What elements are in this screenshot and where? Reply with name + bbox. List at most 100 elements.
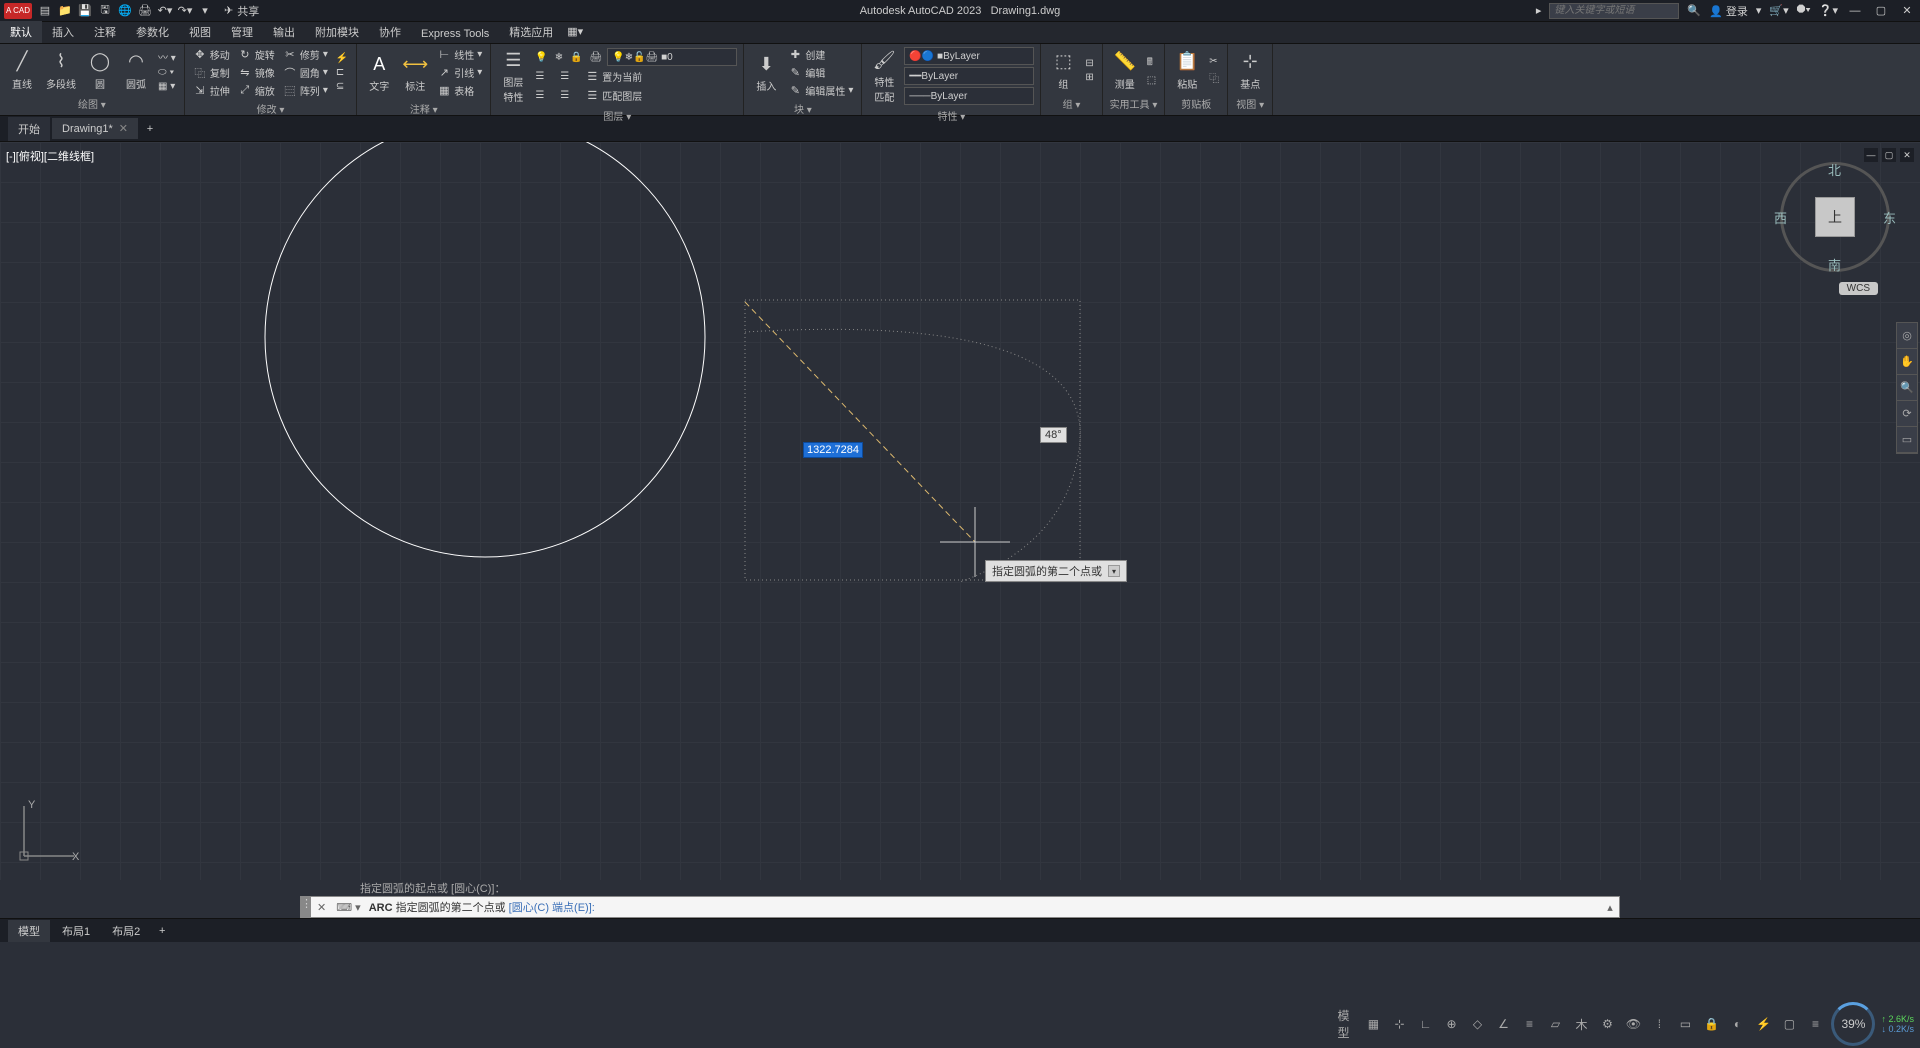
anno-scale-icon[interactable]: ⽊ xyxy=(1571,1014,1591,1034)
nav-showmotion-icon[interactable]: ▭ xyxy=(1897,427,1917,453)
web-icon[interactable]: 🌐 xyxy=(116,2,134,20)
measure-button[interactable]: 📏测量 xyxy=(1109,48,1141,93)
ellipse-icon[interactable]: ⬭ ▾ xyxy=(156,66,178,79)
polar-toggle-icon[interactable]: ⊕ xyxy=(1441,1014,1461,1034)
drawing-canvas[interactable]: [-][俯视][二维线框] — ▢ ✕ 1322.7284 48° 指定圆弧的第… xyxy=(0,142,1920,880)
quickprops-icon[interactable]: ▭ xyxy=(1675,1014,1695,1034)
dir-east[interactable]: 东 xyxy=(1883,208,1896,227)
apps-icon[interactable]: ▦▾ xyxy=(567,25,585,43)
nav-pan-icon[interactable]: ✋ xyxy=(1897,349,1917,375)
arc-button[interactable]: ◠圆弧 xyxy=(120,48,152,93)
otrack-toggle-icon[interactable]: ∠ xyxy=(1493,1014,1513,1034)
new-icon[interactable]: ▤ xyxy=(36,2,54,20)
wcs-label[interactable]: WCS xyxy=(1839,282,1878,295)
dynamic-distance-input[interactable]: 1322.7284 xyxy=(803,442,863,458)
command-line[interactable]: ⋮ ✕ ⌨ ▾ ARC 指定圆弧的第二个点或 [圆心(C) 端点(E)]: ▴ xyxy=(300,896,1620,918)
layer-freeze-icon[interactable]: ❄ xyxy=(553,48,565,66)
panel-title[interactable]: 修改 ▾ xyxy=(191,99,350,118)
nav-wheel-icon[interactable]: ◎ xyxy=(1897,323,1917,349)
layer-dropdown[interactable]: 💡❄🔓🖨 ■ 0 xyxy=(607,48,737,66)
maximize-button[interactable]: ▢ xyxy=(1872,2,1890,20)
create-block-button[interactable]: ✚创建 xyxy=(786,46,855,63)
insert-button[interactable]: ⬇插入 xyxy=(750,50,782,95)
linear-button[interactable]: ⊢线性 ▾ xyxy=(435,46,484,63)
info-icon[interactable]: ▸ xyxy=(1536,4,1542,17)
saveas-icon[interactable]: 🖫 xyxy=(96,2,114,20)
line-button[interactable]: ╱直线 xyxy=(6,48,38,93)
layer-plot-icon[interactable]: 🖨 xyxy=(588,48,605,66)
lineweight-dropdown[interactable]: ━━ ByLayer xyxy=(904,67,1034,85)
tab-addins[interactable]: 附加模块 xyxy=(305,21,369,43)
cart-icon[interactable]: 🛒▾ xyxy=(1769,4,1788,17)
panel-title[interactable]: 绘图 ▾ xyxy=(6,94,178,113)
search-icon[interactable]: 🔍 xyxy=(1687,4,1701,17)
grid-toggle-icon[interactable]: ▦ xyxy=(1363,1014,1383,1034)
save-icon[interactable]: 💾 xyxy=(76,2,94,20)
dimension-button[interactable]: ⟷标注 xyxy=(399,50,431,95)
help-icon[interactable]: ❔▾ xyxy=(1819,4,1838,17)
ortho-toggle-icon[interactable]: ∟ xyxy=(1415,1014,1435,1034)
tab-default[interactable]: 默认 xyxy=(0,21,42,43)
linetype-dropdown[interactable]: ─── ByLayer xyxy=(904,87,1034,105)
tab-manage[interactable]: 管理 xyxy=(221,21,263,43)
qat-more-icon[interactable]: ▾ xyxy=(196,2,214,20)
layer-lock-icon[interactable]: 🔒 xyxy=(568,48,584,66)
lineweight-toggle-icon[interactable]: ≡ xyxy=(1519,1014,1539,1034)
tab-annotate[interactable]: 注释 xyxy=(84,21,126,43)
isolate-icon[interactable]: ◐ xyxy=(1727,1014,1747,1034)
edit-block-button[interactable]: ✎编辑 xyxy=(786,64,855,81)
start-tab[interactable]: 开始 xyxy=(8,117,50,141)
hardware-accel-icon[interactable]: ⚡ xyxy=(1753,1014,1773,1034)
basepoint-button[interactable]: ⊹基点 xyxy=(1234,48,1266,93)
nav-orbit-icon[interactable]: ⟳ xyxy=(1897,401,1917,427)
tab-featured[interactable]: 精选应用 xyxy=(499,21,563,43)
search-input[interactable] xyxy=(1549,3,1679,19)
layer-on-icon[interactable]: ☰ xyxy=(533,87,546,104)
panel-title[interactable]: 注释 ▾ xyxy=(363,99,484,118)
offset-icon[interactable]: ⊏ xyxy=(334,66,350,79)
cmdline-grip[interactable]: ⋮ xyxy=(301,897,311,917)
redo-icon[interactable]: ↷▾ xyxy=(176,2,194,20)
paste-button[interactable]: 📋粘贴 xyxy=(1171,48,1203,93)
cmdline-close-icon[interactable]: ✕ xyxy=(311,901,332,914)
tab-view[interactable]: 视图 xyxy=(179,21,221,43)
erase-icon[interactable]: ⊆ xyxy=(334,80,350,93)
view-cube[interactable]: 上 北 南 东 西 xyxy=(1780,162,1890,272)
edit-attr-button[interactable]: ✎编辑属性 ▾ xyxy=(786,82,855,99)
panel-title[interactable]: 图层 ▾ xyxy=(497,106,737,125)
close-tab-icon[interactable]: ✕ xyxy=(119,122,128,135)
panel-title[interactable]: 视图 ▾ xyxy=(1234,94,1266,113)
leader-button[interactable]: ↗引线 ▾ xyxy=(435,64,484,81)
tab-output[interactable]: 输出 xyxy=(263,21,305,43)
app-store-icon[interactable]: ▾ xyxy=(1756,4,1762,17)
move-button[interactable]: ✥移动 xyxy=(191,46,232,63)
match-layer-button[interactable]: ☰匹配图层 xyxy=(583,87,644,104)
dir-north[interactable]: 北 xyxy=(1828,160,1841,179)
command-text[interactable]: ARC 指定圆弧的第二个点或 [圆心(C) 端点(E)]: xyxy=(365,899,1601,915)
cut-icon[interactable]: ✂ xyxy=(1207,55,1221,68)
workspace-icon[interactable]: ⚙ xyxy=(1597,1014,1617,1034)
tab-express[interactable]: Express Tools xyxy=(411,25,499,43)
open-icon[interactable]: 📁 xyxy=(56,2,74,20)
color-dropdown[interactable]: 🔴🔵 ■ ByLayer xyxy=(904,47,1034,65)
nav-zoom-icon[interactable]: 🔍 xyxy=(1897,375,1917,401)
rotate-button[interactable]: ↻旋转 xyxy=(236,46,277,63)
login-button[interactable]: 👤 登录 xyxy=(1709,3,1748,19)
lock-ui-icon[interactable]: 🔒 xyxy=(1701,1014,1721,1034)
layer-off-icon[interactable]: 💡 xyxy=(533,48,549,66)
model-tab[interactable]: 模型 xyxy=(8,920,50,942)
trim-button[interactable]: ✂修剪 ▾ xyxy=(281,46,330,63)
select-icon[interactable]: ⬚ xyxy=(1145,74,1158,87)
array-button[interactable]: ⿳阵列 ▾ xyxy=(281,82,330,99)
add-tab-button[interactable]: + xyxy=(140,123,160,135)
tab-parametric[interactable]: 参数化 xyxy=(126,21,179,43)
minimize-button[interactable]: — xyxy=(1846,2,1864,20)
layer-props-button[interactable]: ☰图层 特性 xyxy=(497,46,529,106)
drawing-tab[interactable]: Drawing1*✕ xyxy=(52,118,138,139)
plot-icon[interactable]: 🖨 xyxy=(136,2,154,20)
table-button[interactable]: ▦表格 xyxy=(435,82,484,99)
calc-icon[interactable]: 🖩 xyxy=(1145,54,1158,73)
fillet-button[interactable]: ⌒圆角 ▾ xyxy=(281,64,330,81)
units-icon[interactable]: ⁞ xyxy=(1649,1014,1669,1034)
mirror-button[interactable]: ⇋镜像 xyxy=(236,64,277,81)
